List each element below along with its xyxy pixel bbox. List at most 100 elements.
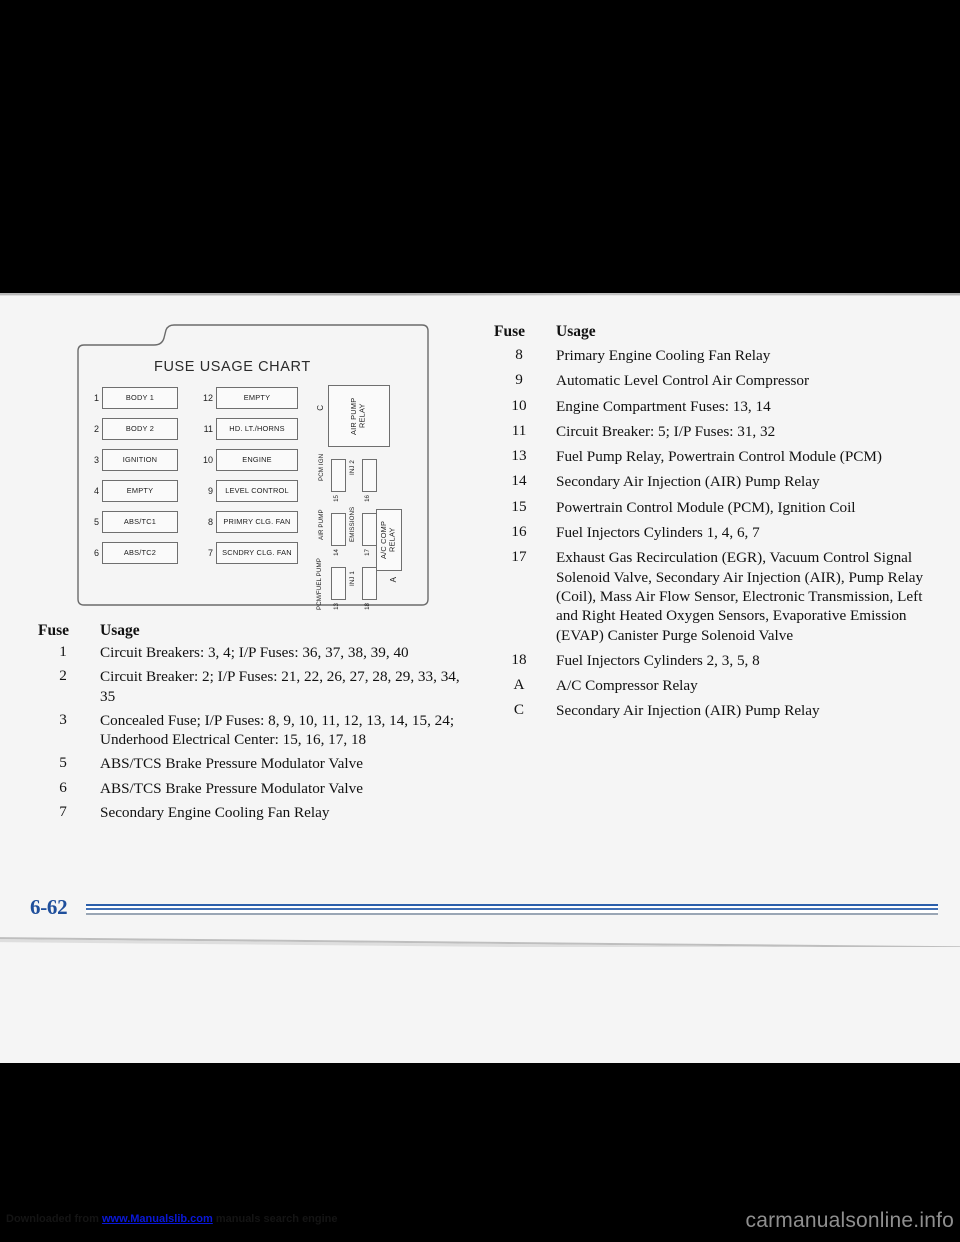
fuse-slot-row[interactable]: 9 LEVEL CONTROL xyxy=(200,480,298,502)
fuse-column-middle: 12 EMPTY 11 HD. LT./HORNS 10 ENGINE 9 LE… xyxy=(200,387,298,573)
right-column: Fuse Usage 8 Primary Engine Cooling Fan … xyxy=(494,323,934,727)
mini-fuse-slot[interactable] xyxy=(331,567,346,600)
fuse-usage-table-left: Fuse Usage 1 Circuit Breakers: 3, 4; I/P… xyxy=(38,622,478,822)
table-row: 10 Engine Compartment Fuses: 13, 14 xyxy=(494,397,934,416)
fuse-slot-number: 5 xyxy=(93,517,99,527)
cell-usage: Concealed Fuse; I/P Fuses: 8, 9, 10, 11,… xyxy=(100,711,455,749)
fuse-slot-row[interactable]: 11 HD. LT./HORNS xyxy=(200,418,298,440)
table-row: 9 Automatic Level Control Air Compressor xyxy=(494,371,934,390)
cell-usage: Fuel Pump Relay, Powertrain Control Modu… xyxy=(556,448,882,466)
air-pump-relay-slot[interactable]: AIR PUMP RELAY xyxy=(328,385,390,447)
table-row: 15 Powertrain Control Module (PCM), Igni… xyxy=(494,498,934,517)
fuse-slot-label: ABS/TC2 xyxy=(102,542,178,564)
cell-usage: Exhaust Gas Recirculation (EGR), Vacuum … xyxy=(556,549,924,644)
relay-letter-a: A xyxy=(389,577,398,583)
cell-usage: A/C Compressor Relay xyxy=(556,677,698,695)
mini-fuse-number: 17 xyxy=(364,549,371,556)
scanned-page-sheet: FUSE USAGE CHART 1 BODY 1 2 BODY 2 3 IGN… xyxy=(0,293,960,1063)
download-source-watermark: Downloaded from www.Manualslib.com manua… xyxy=(6,1213,338,1225)
fuse-slot-row[interactable]: 2 BODY 2 xyxy=(86,418,178,440)
table-row: 6 ABS/TCS Brake Pressure Modulator Valve xyxy=(38,779,478,798)
fuse-slot-label: EMPTY xyxy=(216,387,298,409)
fuse-slot-row[interactable]: 5 ABS/TC1 xyxy=(86,511,178,533)
manualslib-link[interactable]: www.Manualslib.com xyxy=(102,1213,213,1225)
mini-fuse-number: 14 xyxy=(333,549,340,556)
fuse-slot-number: 2 xyxy=(93,424,99,434)
table-header-row: Fuse Usage xyxy=(494,323,934,341)
fuse-slot-row[interactable]: 12 EMPTY xyxy=(200,387,298,409)
mini-fuse-slot[interactable] xyxy=(331,513,346,546)
table-row: 13 Fuel Pump Relay, Powertrain Control M… xyxy=(494,447,934,466)
fuse-slot-number: 3 xyxy=(93,455,99,465)
watermark-prefix: Downloaded from xyxy=(6,1213,102,1225)
cell-usage: ABS/TCS Brake Pressure Modulator Valve xyxy=(100,755,363,773)
watermark-bar: Downloaded from www.Manualslib.com manua… xyxy=(0,1209,960,1233)
cell-usage: Fuel Injectors Cylinders 1, 4, 6, 7 xyxy=(556,524,760,542)
fuse-slot-row[interactable]: 7 SCNDRY CLG. FAN xyxy=(200,542,298,564)
table-row: A A/C Compressor Relay xyxy=(494,676,934,695)
cell-fuse: C xyxy=(513,701,525,719)
table-row: 2 Circuit Breaker: 2; I/P Fuses: 21, 22,… xyxy=(38,667,478,706)
table-row: C Secondary Air Injection (AIR) Pump Rel… xyxy=(494,701,934,720)
fuse-slot-row[interactable]: 6 ABS/TC2 xyxy=(86,542,178,564)
mini-fuse-slot[interactable] xyxy=(362,459,377,492)
fuse-slot-row[interactable]: 8 PRIMRY CLG. FAN xyxy=(200,511,298,533)
mini-fuse-label: PCM/FUEL PUMP xyxy=(316,558,323,610)
mini-fuse-label: PCM IGN xyxy=(318,454,325,482)
cell-fuse: 5 xyxy=(59,754,67,772)
fuse-slot-row[interactable]: 1 BODY 1 xyxy=(86,387,178,409)
table-row: 14 Secondary Air Injection (AIR) Pump Re… xyxy=(494,472,934,491)
cell-fuse: 18 xyxy=(511,650,527,668)
cell-fuse: 15 xyxy=(511,497,527,515)
page-number: 6-62 xyxy=(30,895,68,919)
fuse-slot-row[interactable]: 10 ENGINE xyxy=(200,449,298,471)
mini-fuse-slot[interactable] xyxy=(362,513,377,546)
cell-usage: Primary Engine Cooling Fan Relay xyxy=(556,347,771,364)
column-header-fuse: Fuse xyxy=(38,622,69,639)
cell-fuse: 11 xyxy=(511,421,527,439)
cell-usage: Circuit Breaker: 5; I/P Fuses: 31, 32 xyxy=(556,422,776,440)
fuse-slot-number: 6 xyxy=(93,548,99,558)
cell-usage: Circuit Breakers: 3, 4; I/P Fuses: 36, 3… xyxy=(100,644,409,661)
fuse-slot-label: BODY 1 xyxy=(102,387,178,409)
cell-fuse: 10 xyxy=(511,396,527,414)
table-row: 3 Concealed Fuse; I/P Fuses: 8, 9, 10, 1… xyxy=(38,711,478,750)
fuse-slot-row[interactable]: 4 EMPTY xyxy=(86,480,178,502)
fuse-slot-number: 10 xyxy=(202,455,213,465)
cell-usage: Engine Compartment Fuses: 13, 14 xyxy=(556,397,771,415)
table-row: 18 Fuel Injectors Cylinders 2, 3, 5, 8 xyxy=(494,651,934,670)
fuse-slot-label: ABS/TC1 xyxy=(102,511,178,533)
fuse-slot-number: 1 xyxy=(93,393,99,403)
mini-fuse-number: 15 xyxy=(333,495,340,502)
mini-fuse-slot[interactable] xyxy=(331,459,346,492)
table-row: 5 ABS/TCS Brake Pressure Modulator Valve xyxy=(38,754,478,773)
column-header-usage: Usage xyxy=(556,323,596,340)
cell-usage: Circuit Breaker: 2; I/P Fuses: 21, 22, 2… xyxy=(100,668,460,705)
fuse-slot-row[interactable]: 3 IGNITION xyxy=(86,449,178,471)
cell-fuse: 7 xyxy=(59,803,67,821)
cell-fuse: A xyxy=(513,676,525,694)
relay-letter-c: C xyxy=(316,405,325,411)
page-bottom-edge xyxy=(0,933,960,947)
ac-compressor-relay-slot[interactable]: A/C COMP RELAY xyxy=(376,509,402,571)
mini-fuse-number: 13 xyxy=(333,603,340,610)
fuse-slot-number: 9 xyxy=(207,486,213,496)
cell-fuse: 8 xyxy=(515,346,523,363)
cell-usage: ABS/TCS Brake Pressure Modulator Valve xyxy=(100,779,363,797)
mini-fuse-slot[interactable] xyxy=(362,567,377,600)
fuse-slot-label: IGNITION xyxy=(102,449,178,471)
fuse-slot-label: ENGINE xyxy=(216,449,298,471)
cell-usage: Fuel Injectors Cylinders 2, 3, 5, 8 xyxy=(556,651,760,669)
fuse-slot-label: EMPTY xyxy=(102,480,178,502)
fuse-slot-number: 12 xyxy=(202,393,213,403)
fuse-usage-table-right: Fuse Usage 8 Primary Engine Cooling Fan … xyxy=(494,323,934,721)
fuse-slot-label: HD. LT./HORNS xyxy=(216,418,298,440)
mini-fuse-number: 16 xyxy=(364,495,371,502)
table-row: 11 Circuit Breaker: 5; I/P Fuses: 31, 32 xyxy=(494,422,934,441)
page-content: FUSE USAGE CHART 1 BODY 1 2 BODY 2 3 IGN… xyxy=(0,295,960,935)
cell-usage: Automatic Level Control Air Compressor xyxy=(556,372,810,390)
cell-fuse: 3 xyxy=(59,710,67,728)
fuse-slot-number: 8 xyxy=(207,517,213,527)
fuse-slot-number: 4 xyxy=(93,486,99,496)
left-column: FUSE USAGE CHART 1 BODY 1 2 BODY 2 3 IGN… xyxy=(38,323,478,827)
